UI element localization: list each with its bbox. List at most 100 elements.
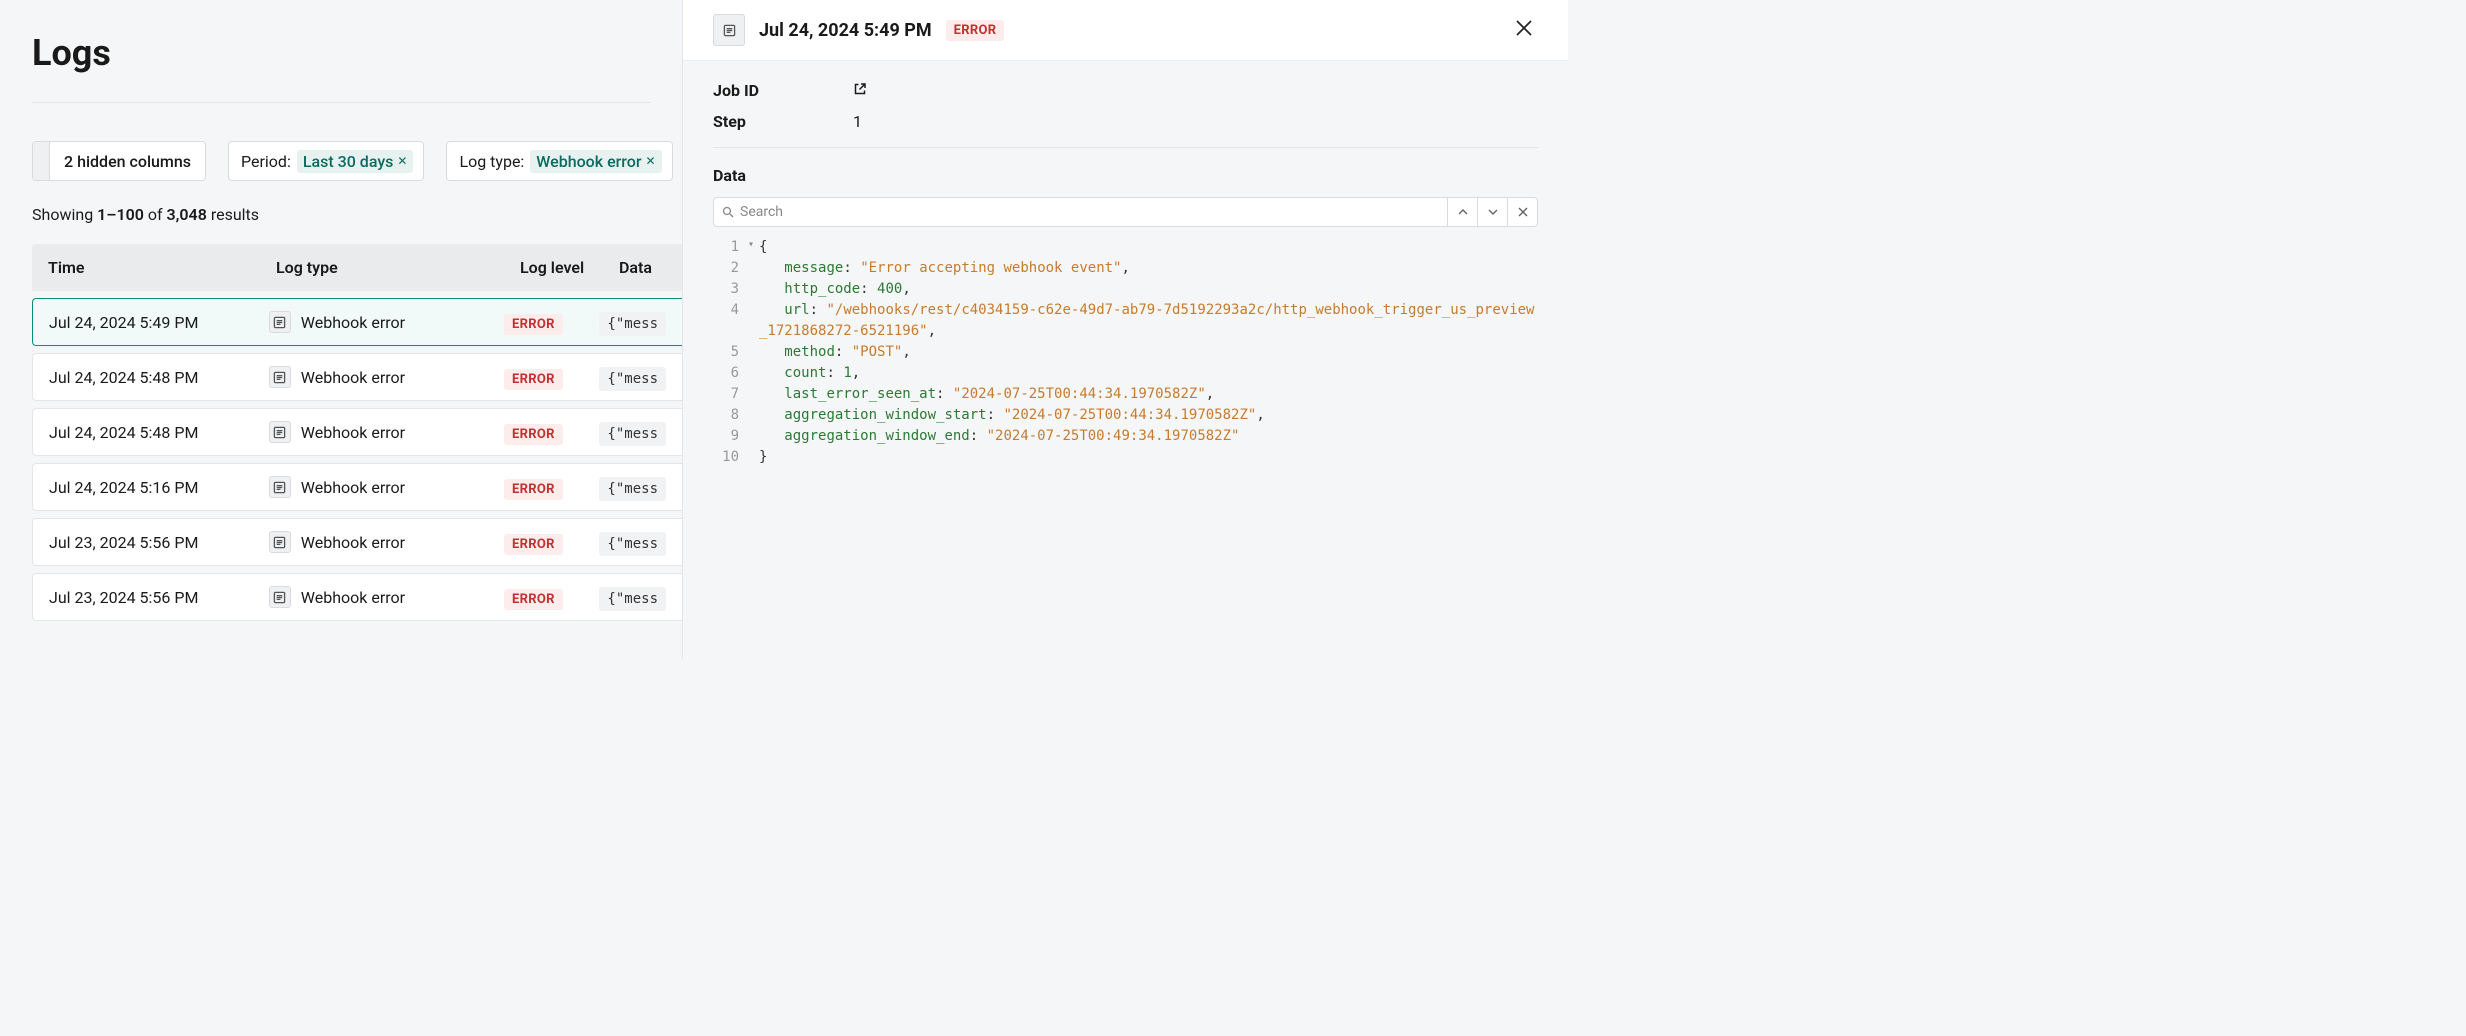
json-code: aggregation_window_start: "2024-07-25T00… bbox=[759, 405, 1538, 426]
fold-toggle[interactable]: ▾ bbox=[743, 237, 759, 258]
cell-log-type: Webhook error bbox=[269, 531, 504, 553]
clear-log-type-icon[interactable]: ✕ bbox=[646, 154, 656, 168]
cell-log-type: Webhook error bbox=[269, 311, 504, 333]
data-preview: {"mess bbox=[599, 422, 666, 446]
filter-period-value: Last 30 days ✕ bbox=[297, 150, 414, 173]
cell-log-level: ERROR bbox=[504, 588, 599, 607]
log-type-icon bbox=[269, 476, 291, 498]
json-code: message: "Error accepting webhook event"… bbox=[759, 258, 1538, 279]
filter-log-type[interactable]: Log type: Webhook error ✕ bbox=[446, 141, 672, 181]
log-type-text: Webhook error bbox=[301, 368, 405, 387]
json-line: 7 last_error_seen_at: "2024-07-25T00:44:… bbox=[713, 384, 1538, 405]
data-preview: {"mess bbox=[599, 477, 666, 501]
cell-data: {"mess bbox=[599, 423, 666, 442]
cell-time: Jul 23, 2024 5:56 PM bbox=[49, 588, 269, 607]
search-input[interactable]: Search bbox=[714, 198, 1447, 226]
data-preview: {"mess bbox=[599, 312, 666, 336]
table-row[interactable]: Jul 24, 2024 5:48 PM Webhook error ERROR… bbox=[32, 353, 682, 401]
json-code: last_error_seen_at: "2024-07-25T00:44:34… bbox=[759, 384, 1538, 405]
job-id-link[interactable] bbox=[853, 81, 867, 100]
line-number: 5 bbox=[713, 342, 743, 363]
json-viewer[interactable]: 1▾{2 message: "Error accepting webhook e… bbox=[713, 235, 1538, 470]
log-type-text: Webhook error bbox=[301, 313, 405, 332]
cell-log-level: ERROR bbox=[504, 423, 599, 442]
fold-toggle bbox=[743, 279, 759, 300]
fold-toggle bbox=[743, 258, 759, 279]
fold-toggle bbox=[743, 342, 759, 363]
json-line: 6 count: 1, bbox=[713, 363, 1538, 384]
cell-data: {"mess bbox=[599, 313, 666, 332]
level-badge: ERROR bbox=[504, 479, 563, 500]
main-panel: Logs 2 hidden columns Period: Last 30 da… bbox=[0, 0, 682, 659]
json-code: method: "POST", bbox=[759, 342, 1538, 363]
step-label: Step bbox=[713, 112, 853, 131]
cell-log-level: ERROR bbox=[504, 313, 599, 332]
search-clear-button[interactable] bbox=[1507, 198, 1537, 226]
table-row[interactable]: Jul 24, 2024 5:48 PM Webhook error ERROR… bbox=[32, 408, 682, 456]
cell-data: {"mess bbox=[599, 533, 666, 552]
json-code: count: 1, bbox=[759, 363, 1538, 384]
table-row[interactable]: Jul 23, 2024 5:56 PM Webhook error ERROR… bbox=[32, 573, 682, 621]
json-line: 9 aggregation_window_end: "2024-07-25T00… bbox=[713, 426, 1538, 447]
log-type-icon bbox=[269, 421, 291, 443]
search-prev-button[interactable] bbox=[1447, 198, 1477, 226]
divider bbox=[32, 102, 650, 103]
log-type-text: Webhook error bbox=[301, 533, 405, 552]
search-next-button[interactable] bbox=[1477, 198, 1507, 226]
columns-icon bbox=[33, 142, 50, 180]
fold-toggle bbox=[743, 300, 759, 342]
log-type-text: Webhook error bbox=[301, 588, 405, 607]
clear-period-icon[interactable]: ✕ bbox=[397, 154, 407, 168]
cell-data: {"mess bbox=[599, 368, 666, 387]
line-number: 4 bbox=[713, 300, 743, 342]
json-line: 2 message: "Error accepting webhook even… bbox=[713, 258, 1538, 279]
close-icon bbox=[1518, 207, 1528, 217]
cell-log-level: ERROR bbox=[504, 478, 599, 497]
filter-period[interactable]: Period: Last 30 days ✕ bbox=[228, 141, 424, 181]
log-type-icon bbox=[269, 586, 291, 608]
detail-type-icon bbox=[713, 14, 745, 46]
line-number: 3 bbox=[713, 279, 743, 300]
log-type-icon bbox=[269, 311, 291, 333]
table-row[interactable]: Jul 24, 2024 5:16 PM Webhook error ERROR… bbox=[32, 463, 682, 511]
level-badge: ERROR bbox=[504, 424, 563, 445]
fold-toggle bbox=[743, 363, 759, 384]
cell-log-type: Webhook error bbox=[269, 476, 504, 498]
fold-toggle bbox=[743, 405, 759, 426]
json-code: aggregation_window_end: "2024-07-25T00:4… bbox=[759, 426, 1538, 447]
line-number: 9 bbox=[713, 426, 743, 447]
log-type-text: Webhook error bbox=[301, 478, 405, 497]
cell-log-type: Webhook error bbox=[269, 366, 504, 388]
data-section-title: Data bbox=[713, 166, 1538, 185]
table-header: Time Log type Log level Data bbox=[32, 244, 682, 291]
page-title: Logs bbox=[32, 32, 682, 74]
close-button[interactable] bbox=[1510, 14, 1538, 46]
level-badge: ERROR bbox=[504, 314, 563, 335]
cell-data: {"mess bbox=[599, 588, 666, 607]
level-badge: ERROR bbox=[504, 589, 563, 610]
chevron-up-icon bbox=[1458, 207, 1468, 217]
line-number: 2 bbox=[713, 258, 743, 279]
detail-panel: Jul 24, 2024 5:49 PM ERROR Job ID Step 1… bbox=[682, 0, 1568, 659]
col-header-data[interactable]: Data bbox=[619, 258, 666, 277]
cell-time: Jul 24, 2024 5:48 PM bbox=[49, 368, 269, 387]
json-code: http_code: 400, bbox=[759, 279, 1538, 300]
hidden-columns-button[interactable]: 2 hidden columns bbox=[32, 141, 206, 181]
table-row[interactable]: Jul 23, 2024 5:56 PM Webhook error ERROR… bbox=[32, 518, 682, 566]
data-preview: {"mess bbox=[599, 367, 666, 391]
table-row[interactable]: Jul 24, 2024 5:49 PM Webhook error ERROR… bbox=[32, 298, 682, 346]
col-header-log-level[interactable]: Log level bbox=[520, 258, 619, 277]
data-preview: {"mess bbox=[599, 532, 666, 556]
level-badge: ERROR bbox=[504, 534, 563, 555]
step-value: 1 bbox=[853, 112, 862, 131]
filter-period-label: Period: bbox=[241, 152, 291, 171]
logs-table: Time Log type Log level Data Jul 24, 202… bbox=[32, 244, 682, 621]
line-number: 7 bbox=[713, 384, 743, 405]
cell-time: Jul 24, 2024 5:49 PM bbox=[49, 313, 269, 332]
col-header-log-type[interactable]: Log type bbox=[276, 258, 520, 277]
json-code: { bbox=[759, 237, 1538, 258]
col-header-time[interactable]: Time bbox=[48, 258, 276, 277]
log-type-text: Webhook error bbox=[301, 423, 405, 442]
external-link-icon bbox=[853, 81, 867, 100]
job-id-label: Job ID bbox=[713, 81, 853, 100]
